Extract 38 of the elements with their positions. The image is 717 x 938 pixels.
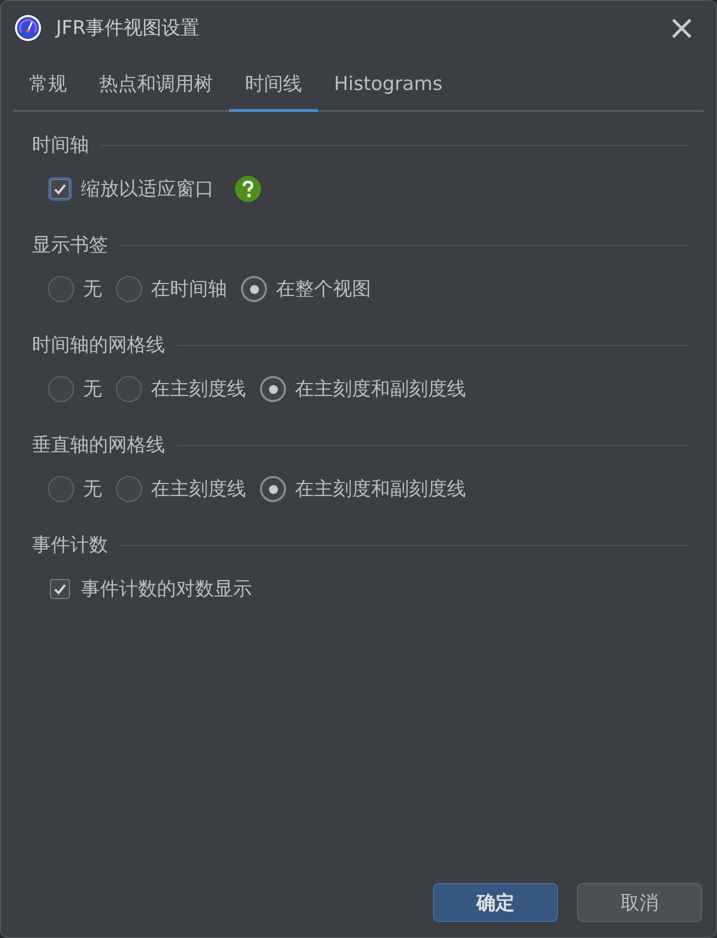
radio-button[interactable] (260, 476, 286, 502)
gauge-icon (14, 14, 42, 42)
radio-button[interactable] (116, 476, 142, 502)
radio-label: 在主刻度和副刻度线 (295, 477, 466, 502)
radio-button[interactable] (48, 476, 74, 502)
radio-button[interactable] (241, 276, 267, 302)
cancel-button[interactable]: 取消 (577, 883, 702, 922)
radio-label: 在主刻度线 (151, 477, 246, 502)
radio-label: 无 (83, 277, 102, 302)
ok-button[interactable]: 确定 (433, 883, 558, 922)
radio-label: 在整个视图 (276, 277, 371, 302)
radio-label: 在主刻度和副刻度线 (295, 377, 466, 402)
section-title: 时间轴 (32, 133, 89, 158)
radio-button[interactable] (260, 376, 286, 402)
check-icon (53, 182, 67, 196)
section-title: 时间轴的网格线 (32, 333, 165, 358)
section-title: 垂直轴的网格线 (32, 433, 165, 458)
tab[interactable]: 时间线 (229, 67, 318, 112)
checkbox-label: 事件计数的对数显示 (81, 577, 252, 602)
radio-label: 无 (83, 477, 102, 502)
window-title: JFR事件视图设置 (56, 16, 201, 41)
radio-label: 在时间轴 (151, 277, 227, 302)
radio-button[interactable] (116, 376, 142, 402)
tab[interactable]: 常规 (13, 67, 83, 112)
checkbox[interactable] (50, 579, 70, 599)
tab[interactable]: 热点和调用树 (83, 67, 229, 112)
help-icon[interactable] (235, 176, 261, 202)
radio-button[interactable] (48, 276, 74, 302)
tab[interactable]: Histograms (318, 67, 458, 112)
section-title: 显示书签 (32, 233, 108, 258)
radio-label: 在主刻度线 (151, 377, 246, 402)
radio-button[interactable] (116, 276, 142, 302)
radio-label: 无 (83, 377, 102, 402)
section-title: 事件计数 (32, 533, 108, 558)
close-button[interactable]: × (662, 11, 702, 45)
radio-button[interactable] (48, 376, 74, 402)
checkbox-label: 缩放以适应窗口 (81, 177, 214, 202)
check-icon (53, 582, 67, 596)
